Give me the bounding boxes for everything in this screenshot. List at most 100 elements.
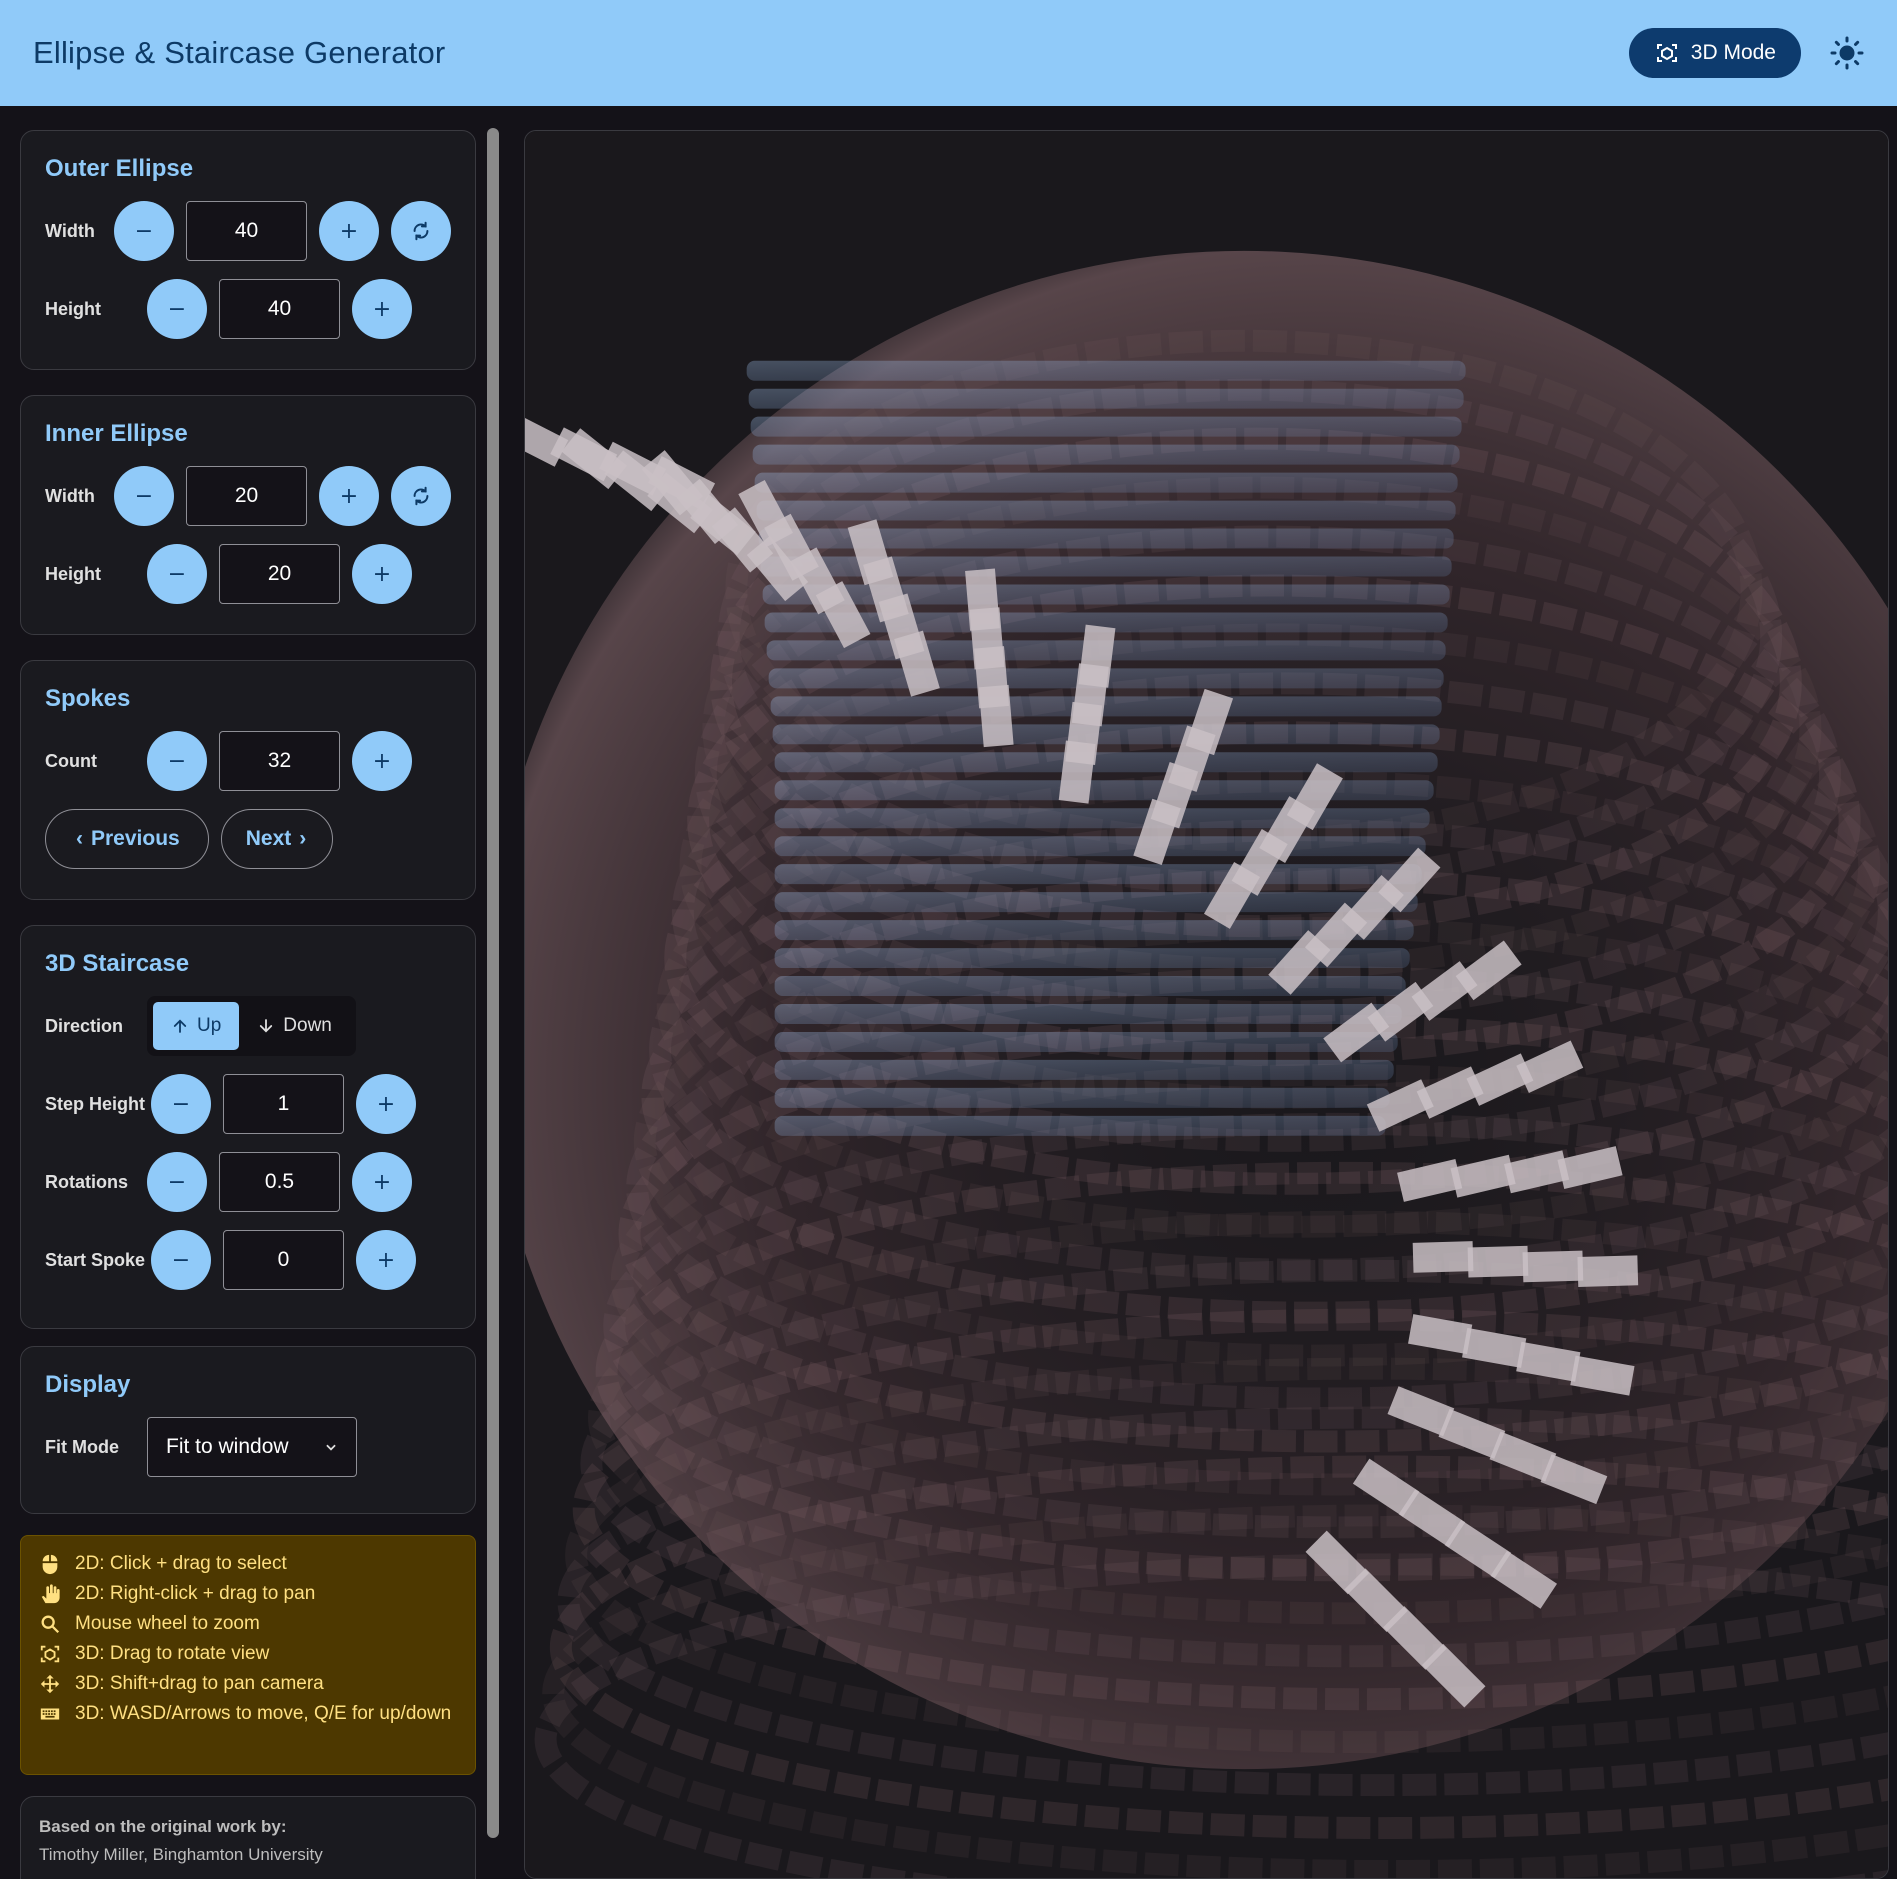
controls-help: 2D: Click + drag to select 2D: Right-cli… — [20, 1535, 476, 1775]
field-label: Height — [45, 298, 101, 319]
decrement-button[interactable]: − — [147, 279, 207, 339]
card-title: Inner Ellipse — [45, 420, 188, 447]
previous-button[interactable]: ‹ Previous — [45, 809, 209, 869]
next-label: Next — [245, 827, 292, 850]
hand-icon — [41, 1584, 60, 1604]
inner-voxel-layer — [762, 584, 1450, 605]
card-title: 3D Staircase — [45, 950, 190, 977]
help-item: 2D: Click + drag to select — [39, 1552, 457, 1576]
outer-height-input[interactable]: 40 — [219, 279, 340, 339]
rotations-input[interactable]: 0.5 — [219, 1152, 340, 1212]
step-height-row: Step Height − 1 + — [45, 1074, 451, 1134]
inner-voxel-layer — [774, 752, 1438, 773]
spokes-count-row: Count − 32 + — [45, 731, 451, 791]
inner-voxel-layer — [754, 472, 1458, 493]
increment-button[interactable]: + — [352, 279, 412, 339]
sidebar-scrollbar[interactable] — [487, 128, 499, 1838]
direction-toggle-group: Up Down — [147, 996, 356, 1056]
direction-down-label: Down — [283, 1015, 332, 1036]
increment-button[interactable]: + — [356, 1230, 416, 1290]
decrement-button[interactable]: − — [147, 1152, 207, 1212]
outer-width-row: Width − 40 + — [45, 201, 451, 261]
mouse-icon — [42, 1554, 58, 1575]
direction-row: Direction Up Down — [45, 996, 451, 1056]
direction-down-toggle[interactable]: Down — [239, 1002, 350, 1050]
fit-mode-value: Fit to window — [166, 1435, 289, 1458]
help-item: 3D: Drag to rotate view — [39, 1642, 457, 1666]
field-label: Width — [45, 220, 95, 241]
inner-voxel-layer — [748, 388, 1464, 409]
inner-voxel-layer — [774, 1004, 1402, 1024]
stair-step-block — [1467, 1245, 1529, 1278]
spokes-count-input[interactable]: 32 — [219, 731, 340, 791]
inner-voxel-layer — [774, 976, 1406, 997]
3d-viewport[interactable] — [524, 130, 1889, 1879]
field-label: Width — [45, 485, 95, 506]
outer-width-input[interactable]: 40 — [186, 201, 307, 261]
increment-button[interactable]: + — [319, 201, 379, 261]
inner-voxel-layer — [774, 1115, 1386, 1136]
inner-voxel-layer — [774, 808, 1430, 829]
inner-voxel-layer — [746, 360, 1466, 381]
inner-voxel-layer — [750, 416, 1462, 437]
stair-step-block — [1412, 1241, 1474, 1273]
inner-voxel-layer — [772, 724, 1440, 745]
decrement-button[interactable]: − — [151, 1230, 211, 1290]
field-label: Direction — [45, 1015, 124, 1036]
3d-rotation-icon — [40, 1645, 60, 1663]
next-button[interactable]: Next › — [220, 809, 334, 869]
stair-step-block — [965, 568, 1000, 631]
sync-button[interactable] — [391, 201, 451, 261]
inner-voxel-layer — [756, 500, 1456, 521]
field-label: Rotations — [45, 1171, 128, 1192]
inner-voxel-layer — [774, 1087, 1390, 1108]
card-title: Spokes — [45, 685, 131, 712]
arrow-up-icon — [173, 1019, 187, 1033]
sidebar: Outer Ellipse Width − 40 + Height − 40 +… — [0, 106, 500, 1879]
3d-scene-canvas[interactable] — [525, 131, 1888, 1878]
start-spoke-row: Start Spoke − 0 + — [45, 1230, 451, 1290]
decrement-button[interactable]: − — [147, 731, 207, 791]
staircase-card: 3D Staircase Direction Up Down Step Heig… — [20, 925, 476, 1329]
sun-icon — [1830, 36, 1864, 70]
help-text: 2D: Right-click + drag to pan — [75, 1583, 316, 1604]
field-label: Start Spoke — [45, 1249, 146, 1270]
3d-mode-button[interactable]: 3D Mode — [1628, 28, 1801, 78]
chevron-down-icon — [326, 1444, 336, 1451]
direction-up-toggle[interactable]: Up — [153, 1002, 240, 1050]
outer-ellipse-card: Outer Ellipse Width − 40 + Height − 40 + — [20, 130, 476, 370]
increment-button[interactable]: + — [352, 731, 412, 791]
spokes-card: Spokes Count − 32 + ‹ Previous Next › — [20, 660, 476, 900]
app-title: Ellipse & Staircase Generator — [33, 35, 446, 70]
stair-step-block — [1577, 1255, 1639, 1287]
inner-ellipse-card: Inner Ellipse Width − 20 + Height − 20 + — [20, 395, 476, 635]
decrement-button[interactable]: − — [151, 1074, 211, 1134]
start-spoke-input[interactable]: 0 — [223, 1230, 344, 1290]
inner-voxel-layer — [774, 836, 1426, 857]
inner-voxel-layer — [752, 444, 1460, 465]
arrow-down-icon — [260, 1019, 273, 1033]
inner-voxel-layer — [770, 696, 1442, 717]
sync-button[interactable] — [391, 466, 451, 526]
inner-height-input[interactable]: 20 — [219, 544, 340, 604]
field-label: Count — [45, 750, 97, 771]
step-height-input[interactable]: 1 — [223, 1074, 344, 1134]
fit-mode-select[interactable]: Fit to window — [147, 1417, 357, 1477]
stair-step-block — [1522, 1250, 1584, 1283]
increment-button[interactable]: + — [319, 466, 379, 526]
increment-button[interactable]: + — [352, 1152, 412, 1212]
help-text: 3D: Shift+drag to pan camera — [75, 1673, 324, 1694]
3d-rotation-icon — [1656, 44, 1677, 62]
increment-button[interactable]: + — [352, 544, 412, 604]
field-label: Fit Mode — [45, 1436, 119, 1457]
help-text: 3D: WASD/Arrows to move, Q/E for up/down — [75, 1703, 452, 1724]
decrement-button[interactable]: − — [147, 544, 207, 604]
help-text: 3D: Drag to rotate view — [75, 1643, 270, 1664]
increment-button[interactable]: + — [356, 1074, 416, 1134]
theme-toggle-button[interactable] — [1829, 35, 1865, 71]
outer-height-row: Height − 40 + — [45, 279, 451, 339]
decrement-button[interactable]: − — [114, 201, 174, 261]
inner-width-input[interactable]: 20 — [186, 466, 307, 526]
decrement-button[interactable]: − — [114, 466, 174, 526]
display-card: Display Fit Mode Fit to window — [20, 1346, 476, 1514]
